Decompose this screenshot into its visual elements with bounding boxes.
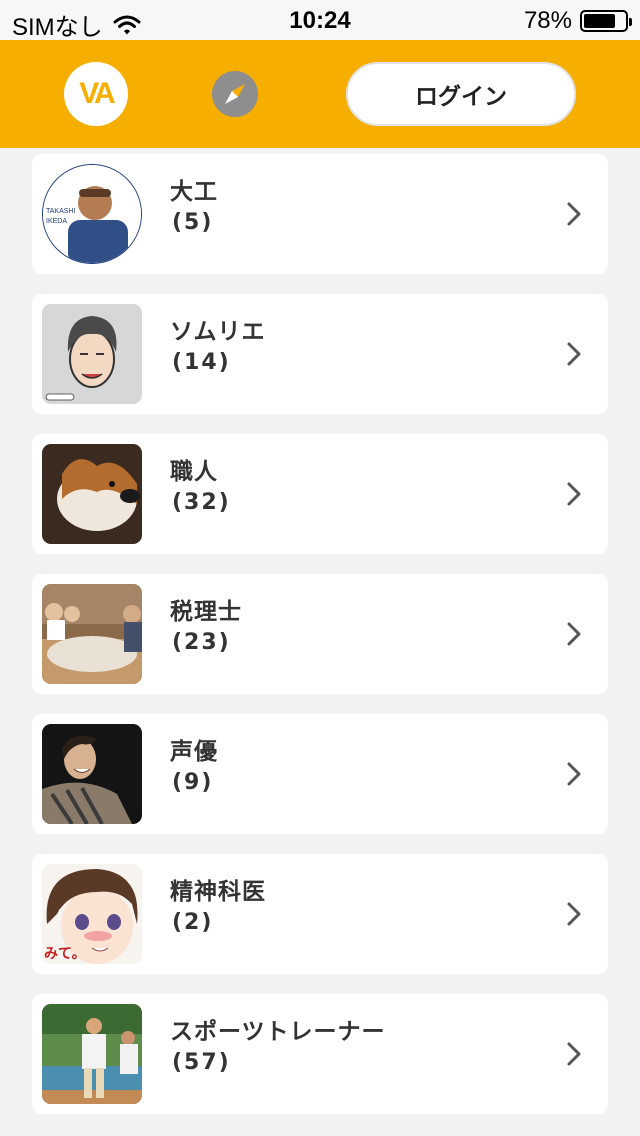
sports-field-photo bbox=[42, 1004, 142, 1104]
item-count: (14) bbox=[172, 350, 231, 375]
item-count: (23) bbox=[172, 630, 231, 655]
carpenter-photo: TAKASHI IKEDA bbox=[42, 164, 142, 264]
chevron-right-icon bbox=[567, 902, 581, 926]
item-count: (2) bbox=[172, 910, 214, 935]
item-count: (9) bbox=[172, 770, 214, 795]
battery-icon bbox=[580, 10, 632, 32]
battery-level bbox=[584, 14, 616, 28]
chevron-right-icon bbox=[567, 342, 581, 366]
smiling-person-photo bbox=[42, 724, 142, 824]
list-item[interactable]: TAKASHI IKEDA 大工 (5) bbox=[32, 154, 608, 274]
compass-icon[interactable] bbox=[212, 71, 258, 117]
list-item[interactable]: スポーツトレーナー (57) bbox=[32, 994, 608, 1114]
item-title: スポーツトレーナー bbox=[170, 1019, 386, 1045]
list-item[interactable]: 職人 (32) bbox=[32, 434, 608, 554]
item-title: 職人 bbox=[170, 459, 218, 485]
item-count: (5) bbox=[172, 210, 214, 235]
item-count: (57) bbox=[172, 1050, 231, 1075]
svg-text:みて。: みて。 bbox=[44, 946, 86, 962]
item-title: ソムリエ bbox=[170, 319, 266, 345]
chevron-right-icon bbox=[567, 622, 581, 646]
corgi-dog-photo bbox=[42, 444, 142, 544]
login-button[interactable]: ログイン bbox=[346, 62, 576, 126]
list-item[interactable]: ソムリエ (14) bbox=[32, 294, 608, 414]
svg-text:IKEDA: IKEDA bbox=[46, 218, 67, 225]
list-item[interactable]: みて。 精神科医 (2) bbox=[32, 854, 608, 974]
list-item[interactable]: 声優 (9) bbox=[32, 714, 608, 834]
cartoon-man-avatar bbox=[42, 304, 142, 404]
battery-percent: 78% bbox=[523, 7, 572, 34]
item-count: (32) bbox=[172, 490, 231, 515]
list-item[interactable]: 税理士 (23) bbox=[32, 574, 608, 694]
chevron-right-icon bbox=[567, 762, 581, 786]
category-list: TAKASHI IKEDA 大工 (5) ソムリエ (14) 職人 (32) 税… bbox=[0, 148, 640, 1136]
chevron-right-icon bbox=[567, 202, 581, 226]
app-logo[interactable]: VA bbox=[64, 62, 128, 126]
chevron-right-icon bbox=[567, 482, 581, 506]
app-header: VA ログイン bbox=[0, 40, 640, 148]
status-right: 78% bbox=[523, 7, 632, 35]
chevron-right-icon bbox=[567, 1042, 581, 1066]
item-title: 税理士 bbox=[170, 599, 242, 625]
item-title: 大工 bbox=[170, 179, 218, 205]
restaurant-group-photo bbox=[42, 584, 142, 684]
svg-text:TAKASHI: TAKASHI bbox=[46, 208, 75, 215]
item-title: 声優 bbox=[170, 739, 218, 765]
status-bar: SIMなし 10:24 78% bbox=[0, 0, 640, 41]
item-title: 精神科医 bbox=[170, 879, 266, 905]
anime-girl-illustration: みて。 bbox=[42, 864, 142, 964]
